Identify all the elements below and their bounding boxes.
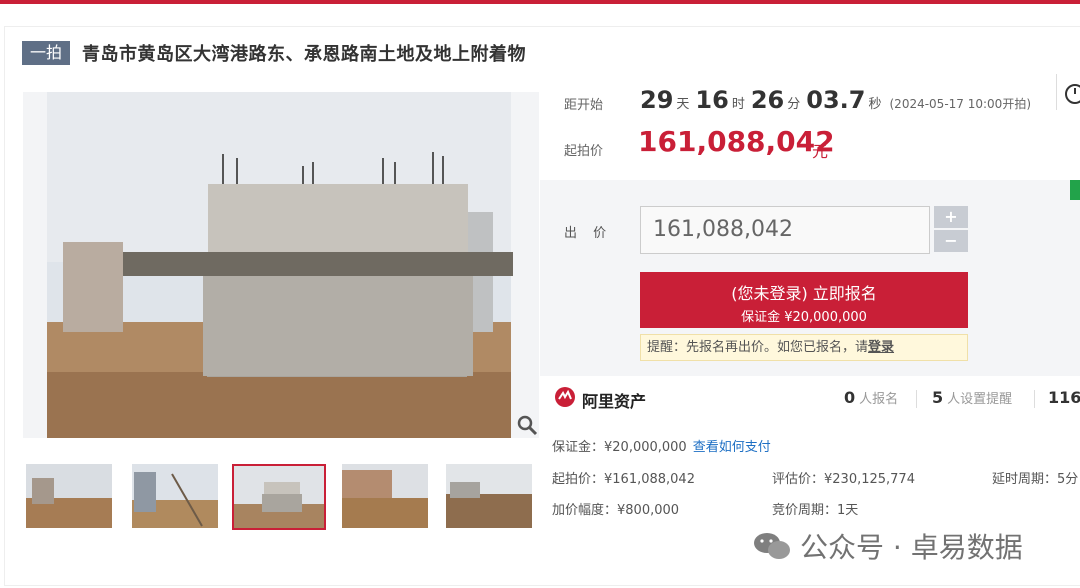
countdown-seconds: 03.7 bbox=[806, 86, 866, 114]
delay-detail: 延时周期：5分 bbox=[992, 472, 1079, 487]
watermark-text: 公众号 · 卓易数据 bbox=[800, 531, 1023, 564]
thumbnail-3-selected[interactable] bbox=[232, 464, 326, 530]
auction-title: 青岛市黄岛区大湾港路东、承恩路南土地及地上附着物 bbox=[82, 44, 527, 65]
bid-amount-input[interactable]: 161,088,042 bbox=[640, 206, 930, 254]
reminder-count: 5 bbox=[932, 388, 944, 407]
top-accent-line bbox=[0, 0, 1080, 4]
thumbnail-4[interactable] bbox=[342, 464, 428, 528]
countdown: 29 天 16 时 26 分 03.7 秒 (2024-05-17 10:00开… bbox=[640, 86, 1031, 114]
views-count: 116 bbox=[1048, 388, 1080, 407]
stat-divider bbox=[1034, 390, 1035, 408]
stat-divider bbox=[916, 390, 917, 408]
watermark: 公众号 · 卓易数据 bbox=[752, 526, 1023, 566]
countdown-days-unit: 天 bbox=[676, 97, 690, 112]
registered-stat: 0 人报名 bbox=[844, 388, 898, 407]
deposit-text: 保证金：¥20,000,000 bbox=[552, 440, 687, 455]
ali-assets-logo-icon bbox=[554, 386, 576, 408]
auction-round-badge: 一拍 bbox=[22, 41, 71, 65]
thumbnail-5[interactable] bbox=[446, 464, 532, 528]
starting-price-value: 161,088,042 bbox=[638, 125, 835, 158]
starting-price-label: 起拍价 bbox=[564, 144, 604, 159]
how-to-pay-link[interactable]: 查看如何支付 bbox=[693, 440, 771, 455]
alarm-clock-icon[interactable] bbox=[1056, 74, 1080, 110]
wechat-icon bbox=[752, 530, 792, 562]
bid-label: 出 价 bbox=[564, 226, 613, 241]
deposit-detail: 保证金：¥20,000,000 查看如何支付 bbox=[552, 436, 771, 455]
signup-button-label: (您未登录) 立即报名 bbox=[731, 284, 877, 303]
signup-button[interactable]: (您未登录) 立即报名 保证金 ¥20,000,000 bbox=[640, 272, 968, 328]
main-photo[interactable] bbox=[23, 92, 539, 438]
appraisal-detail: 评估价：¥230,125,774 bbox=[772, 472, 915, 487]
increase-bid-button[interactable]: + bbox=[934, 206, 968, 228]
auction-status: 距开始 29 天 16 时 26 分 03.7 秒 (2024-05-17 10… bbox=[540, 78, 1080, 180]
starting-price-unit: 元 bbox=[812, 142, 829, 161]
title-row: 一拍 青岛市黄岛区大湾港路东、承恩路南土地及地上附着物 bbox=[22, 40, 526, 66]
countdown-minutes-unit: 分 bbox=[787, 97, 801, 112]
countdown-seconds-unit: 秒 bbox=[868, 97, 882, 112]
thumbnail-1[interactable] bbox=[26, 464, 112, 528]
registered-count: 0 bbox=[844, 388, 856, 407]
increment-detail: 加价幅度：¥800,000 bbox=[552, 503, 680, 518]
thumbnail-2[interactable] bbox=[132, 464, 218, 528]
signup-deposit-label: 保证金 ¥20,000,000 bbox=[741, 310, 867, 325]
countdown-days: 29 bbox=[640, 86, 674, 114]
zoom-icon[interactable] bbox=[515, 413, 539, 437]
reminder-label: 人设置提醒 bbox=[947, 392, 1013, 407]
start-datetime: (2024-05-17 10:00开拍) bbox=[889, 97, 1032, 111]
start-price-detail: 起拍价：¥161,088,042 bbox=[552, 472, 695, 487]
countdown-hours: 16 bbox=[695, 86, 729, 114]
cycle-detail: 竞价周期：1天 bbox=[772, 503, 859, 518]
countdown-hours-unit: 时 bbox=[731, 97, 745, 112]
platform-name: 阿里资产 bbox=[582, 392, 647, 411]
registered-label: 人报名 bbox=[859, 392, 899, 407]
bid-panel: 出 价 161,088,042 + − (您未登录) 立即报名 保证金 ¥20,… bbox=[540, 180, 1080, 376]
views-stat: 116 bbox=[1048, 388, 1080, 407]
side-tag[interactable] bbox=[1070, 180, 1080, 200]
reminder-stat: 5 人设置提醒 bbox=[932, 388, 1012, 407]
countdown-label: 距开始 bbox=[564, 98, 604, 113]
login-link[interactable]: 登录 bbox=[868, 340, 894, 355]
decrease-bid-button[interactable]: − bbox=[934, 230, 968, 252]
countdown-minutes: 26 bbox=[750, 86, 785, 114]
reminder-text: 提醒：先报名再出价。如您已报名，请 bbox=[647, 340, 869, 355]
login-reminder: 提醒：先报名再出价。如您已报名，请登录 bbox=[640, 334, 968, 361]
platform-row: 阿里资产 0 人报名 5 人设置提醒 116 bbox=[540, 380, 1080, 420]
